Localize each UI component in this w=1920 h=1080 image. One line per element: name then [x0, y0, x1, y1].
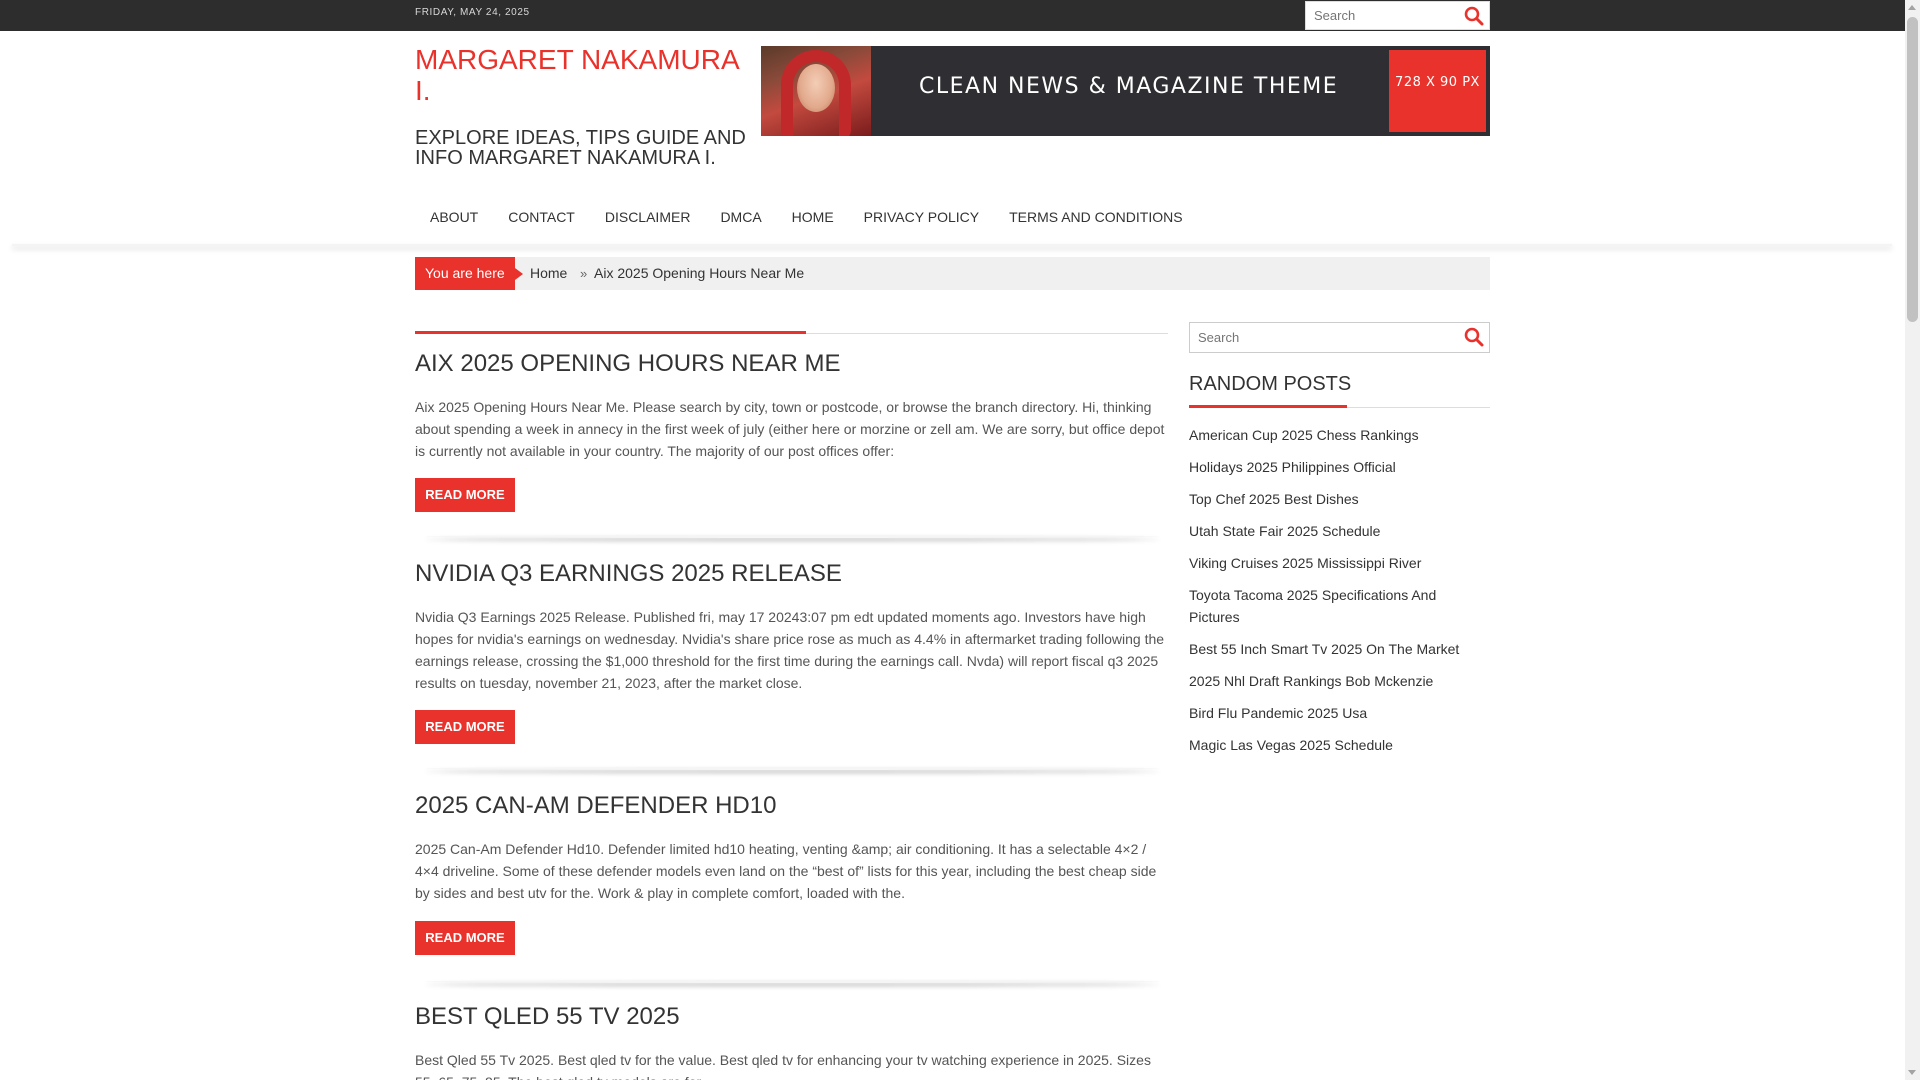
banner-size-badge: 728 X 90 PX [1389, 50, 1486, 132]
read-more-button[interactable]: READ MORE [415, 921, 515, 955]
page: FRIDAY, MAY 24, 2025 MARGARET NAKAMURA I… [0, 0, 1905, 1080]
nav-item-terms-and-conditions[interactable]: TERMS AND CONDITIONS [994, 203, 1197, 231]
post-excerpt: Nvidia Q3 Earnings 2025 Release. Publish… [415, 609, 1165, 691]
list-item[interactable]: Magic Las Vegas 2025 Schedule [1189, 734, 1490, 756]
nav-item-contact[interactable]: CONTACT [493, 203, 590, 231]
breadcrumb-current: Aix 2025 Opening Hours Near Me [594, 265, 805, 281]
site-title[interactable]: MARGARET NAKAMURA I. [415, 44, 755, 106]
post-title[interactable]: BEST QLED 55 TV 2025 [415, 1003, 680, 1031]
scroll-up-arrow-icon[interactable] [1908, 5, 1916, 10]
post-separator [425, 767, 1160, 770]
search-icon[interactable] [1464, 6, 1484, 26]
main-nav: ABOUT CONTACT DISCLAIMER DMCA HOME PRIVA… [415, 203, 1198, 231]
post-separator [425, 980, 1160, 983]
list-item[interactable]: Holidays 2025 Philippines Official [1189, 456, 1490, 478]
nav-item-dmca[interactable]: DMCA [705, 203, 776, 231]
search-icon[interactable] [1464, 327, 1484, 347]
random-posts-list: American Cup 2025 Chess Rankings Holiday… [1189, 424, 1490, 766]
page-scrollbar[interactable] [1905, 0, 1920, 1080]
list-item[interactable]: Bird Flu Pandemic 2025 Usa [1189, 702, 1490, 724]
site-tagline: EXPLORE IDEAS, TIPS GUIDE AND INFO MARGA… [415, 127, 746, 169]
scroll-down-arrow-icon[interactable] [1908, 1070, 1916, 1075]
nav-item-home[interactable]: HOME [777, 203, 849, 231]
nav-divider [12, 244, 1892, 246]
sidebar-search-input[interactable] [1190, 323, 1450, 352]
banner-face-shape [797, 64, 835, 112]
list-item[interactable]: Utah State Fair 2025 Schedule [1189, 520, 1490, 542]
list-item[interactable]: American Cup 2025 Chess Rankings [1189, 424, 1490, 446]
post-title[interactable]: NVIDIA Q3 EARNINGS 2025 RELEASE [415, 560, 842, 588]
scroll-thumb[interactable] [1907, 17, 1918, 322]
post-top-accent [415, 331, 806, 334]
list-item[interactable]: Best 55 Inch Smart Tv 2025 On The Market [1189, 638, 1490, 660]
list-item[interactable]: Viking Cruises 2025 Mississippi River [1189, 552, 1490, 574]
post-separator [425, 535, 1160, 538]
post-excerpt: Best Qled 55 Tv 2025. Best qled tv for t… [415, 1052, 1151, 1080]
sidebar-search-box [1189, 322, 1490, 353]
sidebar-heading-accent [1189, 405, 1347, 408]
list-item[interactable]: Top Chef 2025 Best Dishes [1189, 488, 1490, 510]
nav-item-privacy-policy[interactable]: PRIVACY POLICY [849, 203, 994, 231]
banner-text: CLEAN NEWS & MAGAZINE THEME [919, 74, 1339, 99]
list-item[interactable]: 2025 Nhl Draft Rankings Bob Mckenzie [1189, 670, 1490, 692]
list-item[interactable]: Toyota Tacoma 2025 Specifications And Pi… [1189, 584, 1490, 628]
banner-photo [761, 46, 871, 136]
breadcrumb-home-link[interactable]: Home [530, 257, 567, 290]
post-excerpt: 2025 Can-Am Defender Hd10. Defender limi… [415, 841, 1157, 901]
current-date: FRIDAY, MAY 24, 2025 [415, 7, 530, 18]
post-title[interactable]: AIX 2025 OPENING HOURS NEAR ME [415, 350, 840, 378]
post-title[interactable]: 2025 CAN-AM DEFENDER HD10 [415, 792, 776, 820]
top-search-input[interactable] [1306, 2, 1456, 29]
read-more-button[interactable]: READ MORE [415, 478, 515, 512]
breadcrumb: You are here Home » Aix 2025 Opening Hou… [415, 257, 1490, 290]
top-search-box [1305, 1, 1490, 30]
nav-item-disclaimer[interactable]: DISCLAIMER [590, 203, 706, 231]
breadcrumb-here-label: You are here [415, 257, 523, 290]
post-excerpt: Aix 2025 Opening Hours Near Me. Please s… [415, 399, 1165, 459]
ad-banner[interactable]: CLEAN NEWS & MAGAZINE THEME 728 X 90 PX [761, 46, 1490, 136]
nav-item-about[interactable]: ABOUT [415, 203, 493, 231]
breadcrumb-separator-icon: » [580, 266, 588, 281]
random-posts-heading: RANDOM POSTS [1189, 373, 1352, 395]
top-bar: FRIDAY, MAY 24, 2025 [0, 0, 1905, 31]
read-more-button[interactable]: READ MORE [415, 710, 515, 744]
